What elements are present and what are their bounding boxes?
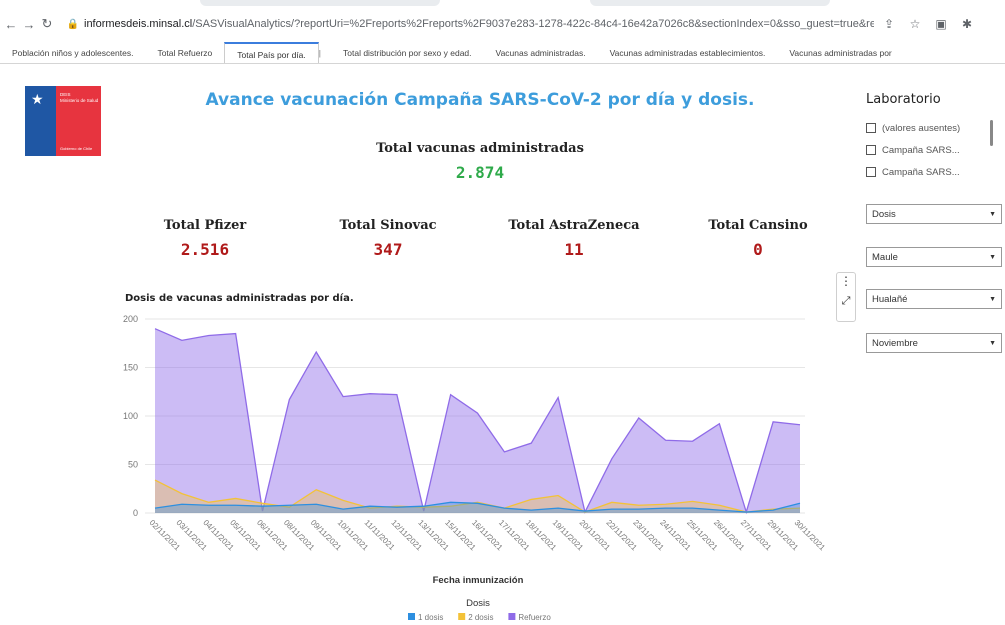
deis-logo: ★ DEIS Ministerio de Salud Gobierno de C…	[25, 86, 101, 156]
puzzle-icon[interactable]: ✱	[956, 17, 978, 31]
chevron-down-icon: ▼	[989, 339, 996, 347]
legend-item-label: Refuerzo	[518, 613, 551, 622]
report-tab[interactable]: Total distribución por sexo y edad.	[331, 42, 484, 63]
y-tick-label: 50	[128, 460, 138, 470]
filter-panel: Laboratorio (valores ausentes) Campaña S…	[866, 92, 1005, 392]
chevron-down-icon: ▼	[989, 210, 996, 218]
browser-tab-strip	[0, 0, 1005, 8]
checkbox[interactable]	[866, 123, 876, 133]
tab-separator: |	[318, 47, 321, 58]
share-icon[interactable]: ⇪	[878, 17, 900, 31]
kpi-pfizer-value: 2.516	[180, 240, 230, 259]
daily-doses-chart: 05010015020002/11/202103/11/202104/11/20…	[123, 314, 827, 622]
kpi-astrazeneca-label: Total AstraZeneca	[508, 218, 640, 233]
url-host: informesdeis.minsal.cl	[84, 18, 193, 30]
url-bar[interactable]: informesdeis.minsal.cl/SASVisualAnalytic…	[84, 18, 874, 30]
report-tab[interactable]: Vacunas administradas por	[777, 42, 903, 63]
checkbox[interactable]	[866, 167, 876, 177]
browser-tab[interactable]	[200, 0, 440, 6]
kpi-sinovac-label: Total Sinovac	[339, 218, 437, 233]
kpi-pfizer-label: Total Pfizer	[163, 218, 247, 233]
lab-option-sars-1[interactable]: Campaña SARS...	[866, 139, 1005, 161]
lab-option-missing[interactable]: (valores ausentes)	[866, 117, 1005, 139]
report-tab[interactable]: Vacunas administradas establecimientos.	[598, 42, 778, 63]
chart-title: Dosis de vacunas administradas por día.	[125, 293, 354, 304]
x-axis-label: Fecha inmunización	[433, 575, 524, 586]
kpi-cansino-label: Total Cansino	[708, 218, 808, 233]
dosis-dropdown[interactable]: Dosis ▼	[866, 204, 1002, 224]
url-path: /SASVisualAnalytics/?reportUri=%2Freport…	[192, 18, 874, 30]
report-tab[interactable]: Total País por día.	[224, 42, 319, 63]
logo-text-ministerio: Ministerio de Salud	[60, 98, 99, 103]
y-tick-label: 0	[133, 508, 138, 518]
laboratorio-scrollbar[interactable]	[990, 120, 993, 146]
y-tick-label: 200	[123, 314, 138, 324]
y-tick-label: 100	[123, 411, 138, 421]
legend-swatch	[458, 613, 466, 620]
reload-icon[interactable]: ↻	[40, 16, 54, 32]
logo-text-gobierno: Gobierno de Chile	[60, 146, 93, 151]
report-tab[interactable]: Vacunas administradas.	[484, 42, 598, 63]
legend-item-label: 2 dosis	[468, 613, 493, 622]
total-vaccines-label: Total vacunas administradas	[376, 141, 584, 156]
more-options-icon[interactable]: ⋮	[837, 275, 855, 287]
legend-swatch	[508, 613, 516, 620]
chart-options-handle[interactable]: ⋮ ⤢	[836, 272, 856, 322]
back-icon[interactable]: ←	[4, 17, 18, 32]
kpi-cansino-value: 0	[753, 240, 763, 259]
region-dropdown[interactable]: Maule ▼	[866, 247, 1002, 267]
legend-swatch	[408, 613, 415, 620]
checkbox[interactable]	[866, 145, 876, 155]
browser-toolbar: ← → ↻ 🔒 informesdeis.minsal.cl/SASVisual…	[0, 8, 1005, 40]
chevron-down-icon: ▼	[989, 295, 996, 303]
kpi-sinovac-value: 347	[373, 240, 403, 259]
month-dropdown[interactable]: Noviembre ▼	[866, 333, 1002, 353]
chevron-down-icon: ▼	[989, 253, 996, 261]
expand-icon[interactable]: ⤢	[837, 295, 855, 308]
laboratorio-title: Laboratorio	[866, 92, 941, 107]
series-area-refuerzo	[155, 328, 800, 513]
lock-icon: 🔒	[66, 18, 80, 30]
lab-option-sars-2[interactable]: Campaña SARS...	[866, 161, 1005, 183]
report-title: Avance vacunación Campaña SARS-CoV-2 por…	[205, 90, 755, 110]
legend-title: Dosis	[466, 598, 490, 609]
comuna-dropdown[interactable]: Hualañé ▼	[866, 289, 1002, 309]
legend-item-label: 1 dosis	[418, 613, 443, 622]
star-icon: ★	[31, 91, 44, 107]
total-vaccines-value: 2.874	[455, 163, 505, 182]
y-tick-label: 150	[123, 363, 138, 373]
browser-tab[interactable]	[590, 0, 830, 6]
kpi-astrazeneca-value: 11	[564, 240, 584, 259]
forward-icon[interactable]: →	[22, 17, 36, 32]
bookmark-star-icon[interactable]: ☆	[904, 17, 926, 31]
report-tab[interactable]: Total Refuerzo	[145, 42, 224, 63]
extension-icon[interactable]: ▣	[930, 17, 952, 31]
report-tab[interactable]: Población niños y adolescentes.	[0, 42, 145, 63]
report-section-tabs: Población niños y adolescentes. Total Ref…	[0, 42, 1005, 64]
